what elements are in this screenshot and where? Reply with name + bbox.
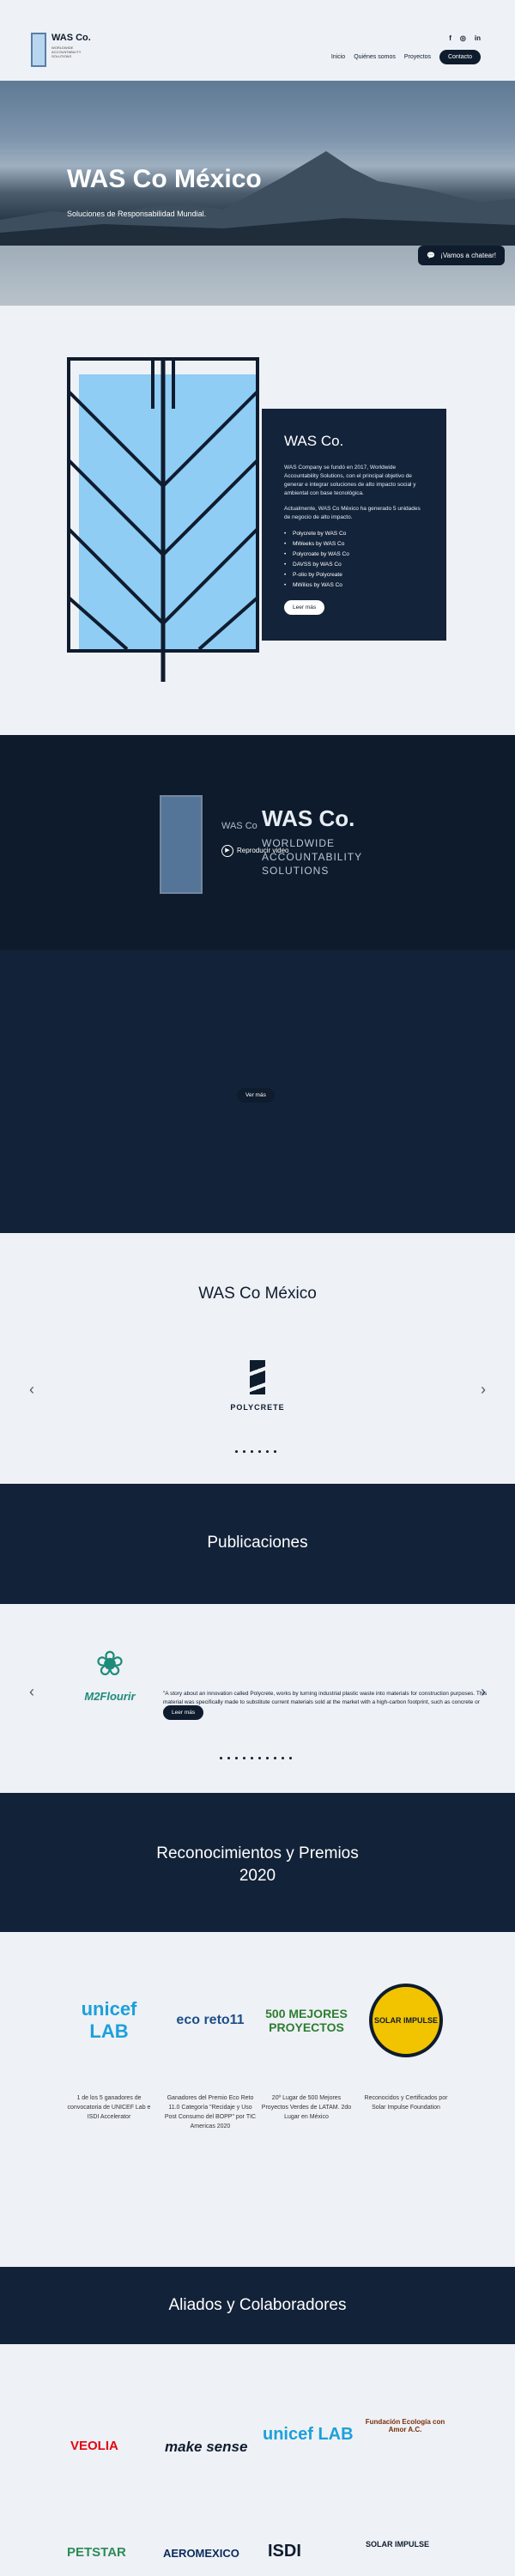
award-caption: Ganadores del Premio Eco Reto 11.0 Categ… xyxy=(164,2095,257,2129)
instagram-icon[interactable]: ◎ xyxy=(460,34,466,42)
slider-title: WAS Co México xyxy=(198,1285,317,1303)
list-item: Polycrete by WAS Co xyxy=(284,529,424,539)
polycrete-mark-icon xyxy=(250,1360,265,1394)
partner-logo: Fundación Ecología con Amor A.C. xyxy=(365,2418,445,2433)
mountain-image xyxy=(0,151,515,246)
partners-section: VEOLIA make sense unicef LAB Fundación E… xyxy=(0,2344,515,2576)
partners-band: Aliados y Colaboradores xyxy=(0,2267,515,2344)
view-more-button[interactable]: Ver más xyxy=(237,1088,275,1103)
partner-logo: unicef LAB xyxy=(263,2425,354,2444)
award-item: eco reto11 Ganadores del Premio Eco Reto… xyxy=(163,1984,258,2131)
hero-title: WAS Co México xyxy=(67,165,262,193)
partner-logo: PETSTAR xyxy=(67,2545,126,2560)
facebook-icon[interactable]: f xyxy=(449,34,451,42)
list-item: Polycroate by WAS Co xyxy=(284,550,424,560)
publications-slider: ‹ › ❀ M2Flourir "A story about an innova… xyxy=(0,1604,515,1793)
read-more-button[interactable]: Leer más xyxy=(284,600,325,615)
m2flourir-name: M2Flourir xyxy=(84,1690,136,1703)
nav-proyectos[interactable]: Proyectos xyxy=(404,54,431,60)
about-section: WAS Co. WAS Company se fundó en 2017, Wo… xyxy=(0,306,515,735)
linkedin-icon[interactable]: in xyxy=(475,34,481,42)
nav-quienes-somos[interactable]: Quiénes somos xyxy=(354,54,396,60)
award-caption: 20º Lugar de 500 Mejores Proyectos Verde… xyxy=(261,2095,352,2120)
brand-tagline: WORLDWIDE ACCOUNTABILITY SOLUTIONS xyxy=(52,46,82,58)
about-title: WAS Co. xyxy=(284,433,344,449)
chevron-left-icon[interactable]: ‹ xyxy=(29,1683,34,1701)
award-caption: 1 de los 5 ganadores de convocatoria de … xyxy=(67,2095,151,2120)
video-small-title: WAS Co xyxy=(221,821,258,831)
brand-name: WAS Co. xyxy=(52,33,91,43)
chevron-right-icon[interactable]: › xyxy=(481,1381,486,1399)
video-player[interactable]: WAS Co ▶ Reproducir video WAS Co. WORLDW… xyxy=(0,735,515,950)
award-logo-text: SOLAR IMPULSE xyxy=(369,1984,443,2057)
award-logo-text: 500 MEJORES PROYECTOS xyxy=(265,2007,348,2034)
chevron-left-icon[interactable]: ‹ xyxy=(29,1381,34,1399)
awards-title-line: Reconocimientos y Premios xyxy=(156,1844,359,1862)
awards-title-line: 2020 xyxy=(239,1867,276,1885)
partner-logo: SOLAR IMPULSE xyxy=(366,2540,430,2549)
about-card: WAS Co. WAS Company se fundó en 2017, Wo… xyxy=(262,409,446,641)
chat-label: ¡Vamos a chatear! xyxy=(440,252,496,259)
unicef-lab-logo: unicef LAB xyxy=(62,1984,156,2057)
about-paragraph-1: WAS Company se fundó en 2017, Worldwide … xyxy=(284,465,416,496)
awards-title: Reconocimientos y Premios 2020 xyxy=(0,1843,515,1887)
award-item: unicef LAB 1 de los 5 ganadores de convo… xyxy=(62,1984,156,2122)
video-subtitle: WORLDWIDE ACCOUNTABILITY SOLUTIONS xyxy=(262,836,362,878)
partner-logo: ISDI xyxy=(268,2542,301,2561)
partner-logo: make sense xyxy=(165,2439,248,2455)
subtitle-line: SOLUTIONS xyxy=(262,865,330,877)
main-nav: Inicio Quiénes somos Proyectos Contacto xyxy=(331,50,481,64)
list-item: DAVSS by WAS Co xyxy=(284,560,424,570)
hero-subtitle: Soluciones de Responsabilidad Mundial. xyxy=(67,210,207,218)
business-units-list: Polycrete by WAS Co MWeeks by WAS Co Pol… xyxy=(284,529,424,591)
award-logo-text: unicef LAB xyxy=(81,1998,137,2042)
leaf-logo-icon xyxy=(160,795,203,894)
leaf-logo-icon xyxy=(31,33,46,67)
lotus-icon: ❀ xyxy=(95,1645,124,1683)
about-paragraph-2: Actualmente, WAS Co México ha generado 5… xyxy=(284,506,421,520)
solar-impulse-logo: SOLAR IMPULSE xyxy=(359,1984,453,2057)
awards-band: Reconocimientos y Premios 2020 xyxy=(0,1793,515,1932)
contact-button[interactable]: Contacto xyxy=(439,50,481,64)
award-logo-text: eco reto11 xyxy=(176,2013,245,2027)
partner-logo: VEOLIA xyxy=(70,2439,118,2453)
partner-logo: AEROMEXICO xyxy=(163,2547,239,2560)
brand-logo[interactable]: WAS Co. WORLDWIDE ACCOUNTABILITY SOLUTIO… xyxy=(31,33,100,72)
chat-button[interactable]: 💬 ¡Vamos a chatear! xyxy=(418,246,505,265)
award-item: 500 MEJORES PROYECTOS 20º Lugar de 500 M… xyxy=(259,1984,354,2122)
read-more-button[interactable]: Leer más xyxy=(163,1705,204,1720)
video-title: WAS Co. xyxy=(262,805,355,831)
publication-quote: "A story about an innovation called Poly… xyxy=(163,1691,488,1714)
subtitle-line: ACCOUNTABILITY xyxy=(262,851,363,863)
m2flourir-logo: ❀ M2Flourir xyxy=(67,1638,153,1724)
slider-pagination[interactable] xyxy=(235,1450,276,1453)
partners-title: Aliados y Colaboradores xyxy=(168,2296,347,2314)
hero-banner: WAS Co México Soluciones de Responsabili… xyxy=(0,81,515,306)
leaf-logo-graphic xyxy=(67,357,259,682)
nav-inicio[interactable]: Inicio xyxy=(331,54,345,60)
awards-section: unicef LAB 1 de los 5 ganadores de convo… xyxy=(0,1932,515,2267)
polycrete-logo: POLYCRETE xyxy=(230,1360,285,1429)
chat-bubble-icon: 💬 xyxy=(427,252,436,259)
publications-title: Publicaciones xyxy=(207,1534,308,1552)
publications-band: Publicaciones xyxy=(0,1484,515,1604)
subtitle-line: WORLDWIDE xyxy=(262,837,335,849)
list-item: P-olio by Polycreate xyxy=(284,570,424,580)
slider-pagination[interactable] xyxy=(220,1757,292,1759)
eco-reto-logo: eco reto11 xyxy=(163,1984,258,2057)
list-item: MWeeks by WAS Co xyxy=(284,539,424,550)
500-mejores-logo: 500 MEJORES PROYECTOS xyxy=(259,1984,354,2057)
award-item: SOLAR IMPULSE Reconocidos y Certificados… xyxy=(359,1984,453,2112)
brands-slider: WAS Co México ‹ › POLYCRETE xyxy=(0,1233,515,1484)
award-caption: Reconocidos y Certificados por Solar Imp… xyxy=(364,2095,448,2111)
play-icon[interactable]: ▶ xyxy=(221,845,233,857)
social-links: f ◎ in xyxy=(449,34,481,42)
polycrete-wordmark: POLYCRETE xyxy=(230,1403,285,1412)
list-item: MWilios by WAS Co xyxy=(284,580,424,591)
